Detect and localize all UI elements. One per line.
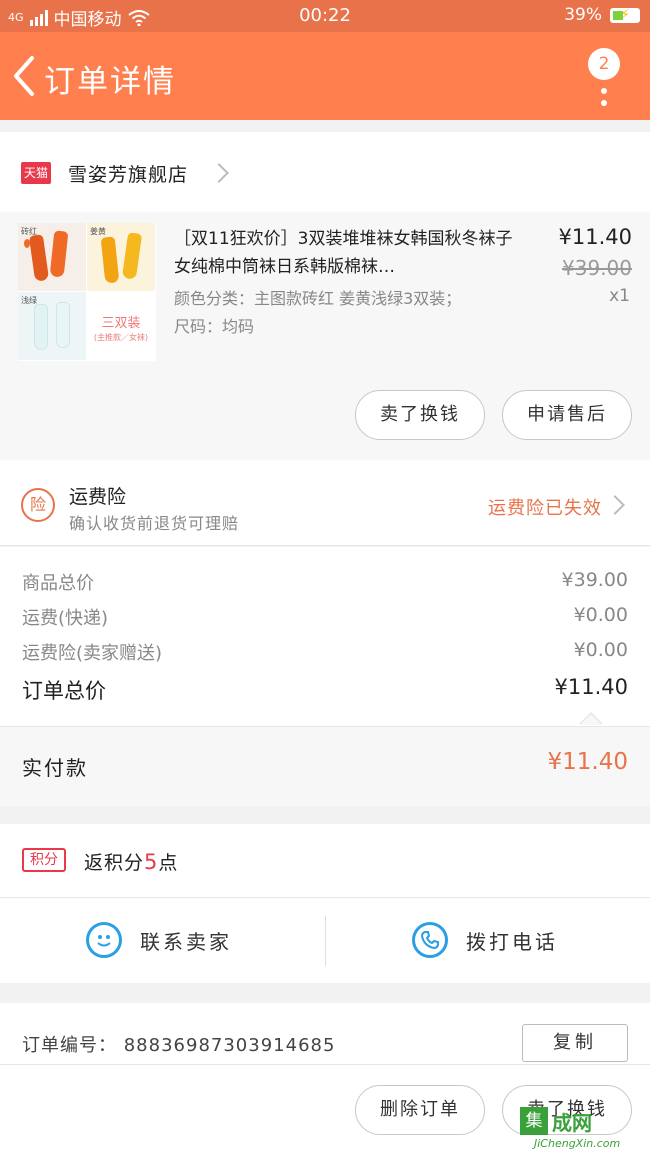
thumb-tag: 姜黄: [90, 227, 106, 236]
back-arrow-icon[interactable]: [10, 54, 40, 98]
shipping-insurance-row[interactable]: 险 运费险 确认收货前退货可理赔 运费险已失效: [0, 460, 650, 546]
tmall-logo: 天猫: [21, 162, 51, 184]
phone-icon: [412, 922, 448, 958]
paid-amount-row: 实付款 ¥11.40: [0, 726, 650, 806]
contact-bar: 联系卖家 拨打电话: [0, 898, 650, 983]
product-thumbnail: 砖红 姜黄 浅绿 三双装 (主推款／女袜): [18, 223, 156, 361]
paid-label: 实付款: [22, 756, 88, 780]
points-tag: 积分: [22, 848, 66, 872]
order-total-label: 订单总价: [22, 679, 106, 703]
order-number-text: 订单编号： 8883698730391468​5: [22, 1031, 335, 1057]
thumb-promo-sub: (主推款／女袜): [93, 333, 149, 342]
watermark-domain: JiChengXin.com: [534, 1137, 621, 1150]
cost-row: 运费(快递) ¥0.00: [22, 604, 628, 634]
cost-label: 商品总价: [22, 573, 94, 594]
product-item[interactable]: 砖红 姜黄 浅绿 三双装 (主推款／女袜) ［双11狂欢价］3双装堆堆袜女韩国秋…: [0, 212, 650, 460]
order-number-label: 订单编号：: [22, 1035, 117, 1056]
cost-value: ¥0.00: [573, 604, 628, 626]
shop-row[interactable]: 天猫 雪姿芳旗舰店: [0, 132, 650, 212]
site-watermark: 集 成网 JiChengXin.com: [520, 1103, 648, 1153]
points-suffix: 点: [158, 852, 179, 874]
paid-value: ¥11.40: [547, 749, 628, 775]
clock: 00:22: [299, 5, 351, 26]
after-sales-button[interactable]: 申请售后: [502, 390, 632, 440]
more-dot-icon: [601, 100, 607, 106]
battery-icon: ⚡: [610, 7, 640, 23]
order-total-row: 订单总价 ¥11.40: [22, 675, 628, 705]
cost-value: ¥0.00: [573, 639, 628, 661]
order-number-row: 订单编号： 8883698730391468​5 复制: [0, 1003, 650, 1065]
contact-seller-label: 联系卖家: [140, 930, 232, 954]
watermark-box: 集: [520, 1107, 548, 1135]
more-dot-icon: [601, 88, 607, 94]
status-bar: 4G 中国移动 00:22 39% ⚡: [0, 0, 650, 32]
footer-actions: 删除订单 卖了换钱 集 成网 JiChengXin.com: [0, 1065, 650, 1155]
shop-name: 雪姿芳旗舰店: [68, 164, 189, 186]
chevron-right-icon: [209, 163, 229, 183]
insurance-title: 运费险: [69, 486, 127, 508]
cost-value: ¥39.00: [561, 569, 628, 591]
order-total-value: ¥11.40: [554, 675, 628, 699]
insurance-subtitle: 确认收货前退货可理赔: [69, 514, 240, 533]
contact-seller-button[interactable]: 联系卖家: [0, 898, 325, 983]
insurance-status: 运费险已失效: [488, 498, 602, 519]
original-price: ¥39.00: [562, 256, 632, 280]
points-text: 返积分5点: [84, 848, 178, 875]
sell-item-button[interactable]: 卖了换钱: [355, 390, 485, 440]
chevron-right-icon: [605, 495, 625, 515]
order-number-value: 8883698730391468​5: [123, 1035, 336, 1056]
product-spec: 颜色分类：主图款砖红 姜黄浅绿3双装； 尺码：均码: [174, 285, 534, 341]
delete-order-button[interactable]: 删除订单: [355, 1085, 485, 1135]
spec-color: 颜色分类：主图款砖红 姜黄浅绿3双装；: [174, 289, 462, 308]
cost-label: 运费(快递): [22, 608, 109, 629]
page-title: 订单详情: [44, 64, 176, 100]
message-count-badge: 2: [588, 48, 620, 80]
chat-bubble-icon: [86, 922, 122, 958]
cost-label: 运费险(卖家赠送): [22, 643, 163, 664]
product-price: ¥11.40: [558, 225, 632, 249]
thumb-promo: 三双装: [101, 316, 141, 331]
points-prefix: 返积分: [84, 852, 145, 874]
copy-button[interactable]: 复制: [522, 1024, 628, 1062]
spec-size: 尺码：均码: [174, 317, 255, 336]
insurance-icon: 险: [21, 488, 55, 522]
more-menu-button[interactable]: 2: [588, 48, 624, 118]
points-row: 积分 返积分5点: [0, 824, 650, 898]
product-quantity: x1: [609, 286, 630, 306]
watermark-text: 成网: [552, 1111, 592, 1135]
call-phone-label: 拨打电话: [466, 930, 558, 954]
points-amount: 5: [144, 850, 159, 874]
product-title: ［双11狂欢价］3双装堆堆袜女韩国秋冬袜子女纯棉中筒袜日系韩版棉袜…: [174, 229, 513, 277]
nav-header: 订单详情 2: [0, 32, 650, 120]
cost-row: 商品总价 ¥39.00: [22, 569, 628, 599]
cost-row: 运费险(卖家赠送) ¥0.00: [22, 639, 628, 669]
cost-breakdown: 商品总价 ¥39.00 运费(快递) ¥0.00 运费险(卖家赠送) ¥0.00 订单…: [0, 547, 650, 727]
battery-percent: 39%: [564, 5, 602, 25]
call-phone-button[interactable]: 拨打电话: [326, 898, 650, 983]
